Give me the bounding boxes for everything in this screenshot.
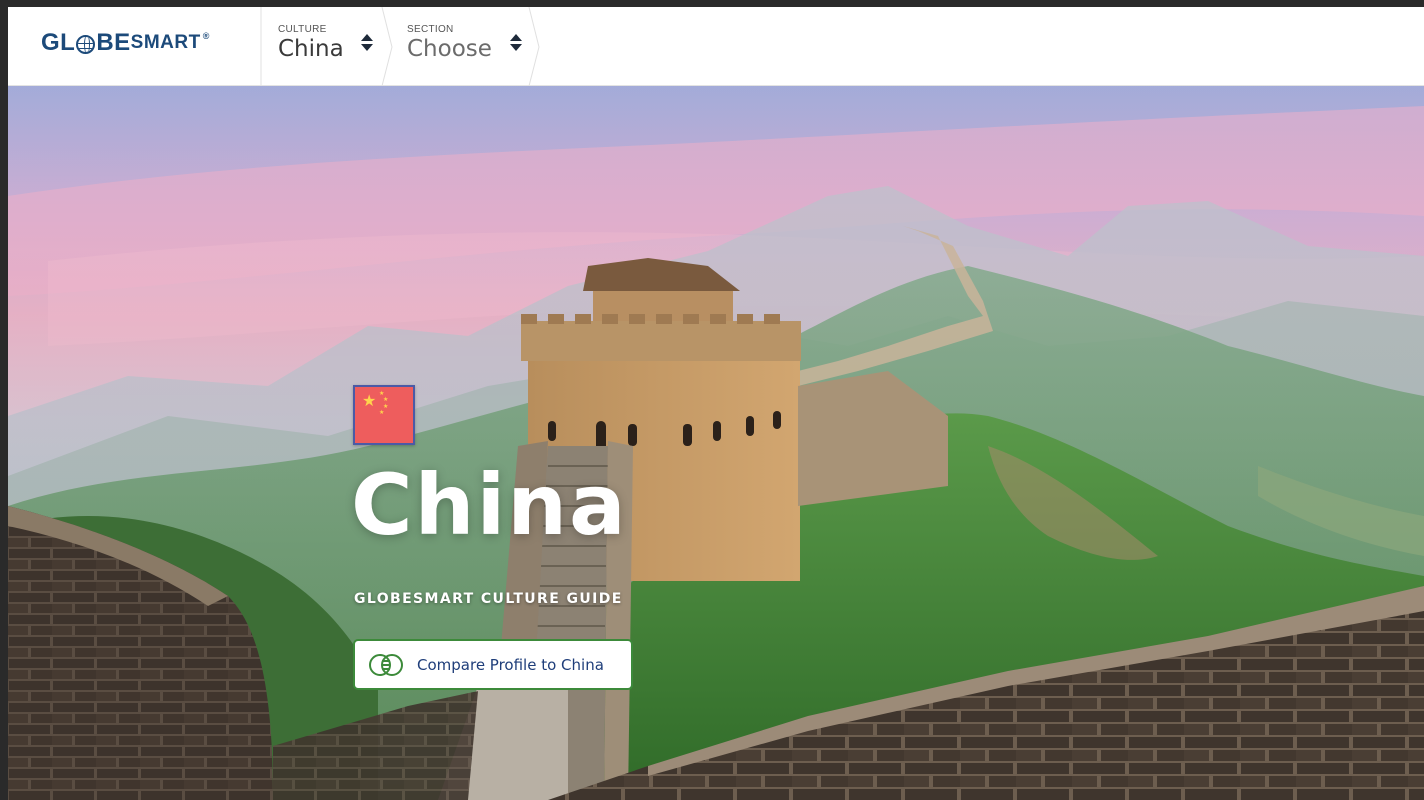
section-picker[interactable]: SECTION Choose xyxy=(407,24,532,70)
top-header: GL BE SMART ® CULTURE China SECTION Choo… xyxy=(8,7,1424,86)
globe-icon xyxy=(76,34,96,54)
hero-banner: ★ ★ ★ ★ ★ China GLOBESMART CULTURE GUIDE… xyxy=(8,86,1424,800)
header-divider-chevron-2 xyxy=(525,7,540,86)
great-wall-hero-image xyxy=(8,86,1424,800)
logo-text-be: BE xyxy=(96,29,131,56)
venn-compare-icon xyxy=(369,653,403,676)
registered-mark: ® xyxy=(202,31,210,41)
culture-updown-icon xyxy=(361,34,373,56)
header-divider xyxy=(260,7,262,86)
app-window: GL BE SMART ® CULTURE China SECTION Choo… xyxy=(8,7,1424,800)
header-divider-chevron xyxy=(378,7,393,86)
china-flag-icon: ★ ★ ★ ★ ★ xyxy=(353,385,415,445)
culture-picker[interactable]: CULTURE China xyxy=(278,24,388,70)
hero-subtitle: GLOBESMART CULTURE GUIDE xyxy=(354,591,623,607)
compare-profile-button[interactable]: Compare Profile to China xyxy=(353,639,633,690)
section-updown-icon xyxy=(510,34,522,56)
hero-title: China xyxy=(351,456,628,554)
logo-text-smart: SMART xyxy=(130,32,201,53)
compare-profile-label: Compare Profile to China xyxy=(417,655,604,674)
logo-text-gl: GL xyxy=(41,29,76,56)
globesmart-logo[interactable]: GL BE SMART ® xyxy=(41,27,210,59)
